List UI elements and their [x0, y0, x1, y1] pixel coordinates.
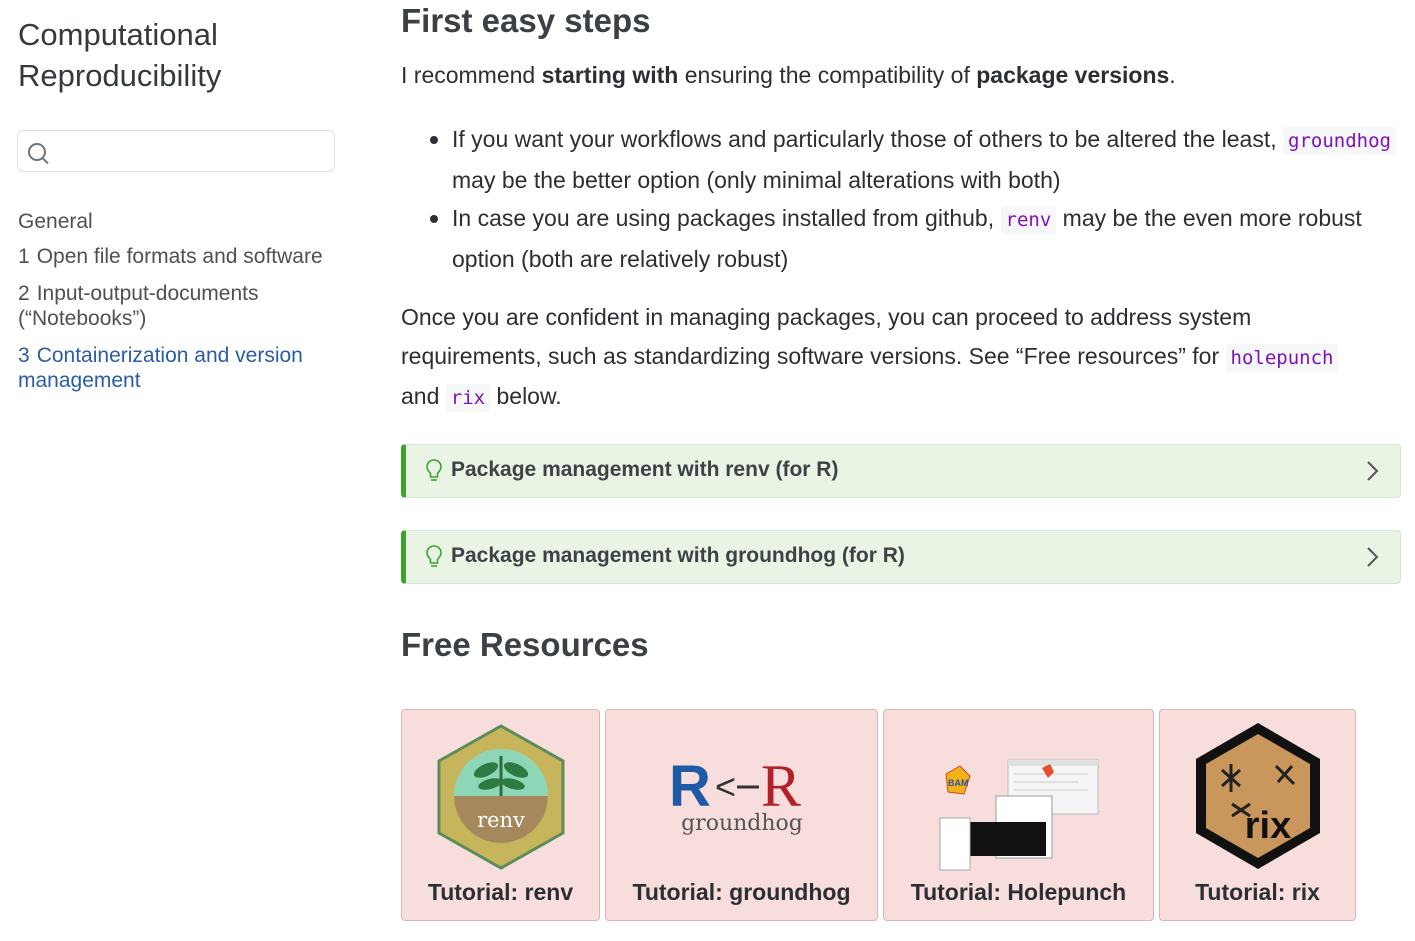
sidebar-item-number: 3 [18, 344, 30, 367]
renv-logo-text: renv [477, 808, 525, 832]
renv-logo: renv [437, 724, 564, 870]
sidebar-item-containerization[interactable]: 3 Containerization and version management [18, 343, 338, 393]
sidebar-item-number: 2 [18, 282, 30, 305]
text: ensuring the compatibility of [678, 62, 977, 88]
card-label: Tutorial: rix [1195, 879, 1320, 905]
sidebar-item-open-file-formats[interactable]: 1 Open file formats and software [18, 244, 338, 269]
search-box[interactable] [17, 130, 335, 172]
sidebar-item-label: Input-output-documents (“Notebooks”) [18, 282, 259, 330]
sidebar-item-number: 1 [18, 245, 30, 268]
holepunch-screenshot-image: BAM [939, 759, 1098, 871]
callout-title: Package management with groundhog (for R… [451, 544, 905, 567]
text: If you want your workflows and particula… [452, 126, 1283, 152]
card-label: Tutorial: Holepunch [910, 879, 1127, 905]
chevron-right-icon[interactable] [1360, 459, 1384, 483]
search-input[interactable] [54, 137, 328, 167]
card-label: Tutorial: renv [427, 879, 574, 905]
sidebar-item-label: Open file formats and software [36, 245, 323, 268]
system-requirements-paragraph: Once you are confident in managing packa… [401, 298, 1391, 418]
sidebar-item-notebooks[interactable]: 2 Input-output-documents (“Notebooks”) [18, 281, 338, 331]
intro-paragraph: I recommend starting with ensuring the c… [401, 56, 1401, 95]
card-holepunch[interactable]: BAM Tutorial: Holepunch [883, 709, 1154, 921]
text: may be the better option (only minimal a… [452, 166, 1061, 193]
text: and [401, 383, 446, 409]
callout-title: Package management with renv (for R) [451, 458, 839, 481]
heading-first-easy-steps: First easy steps [401, 2, 651, 39]
svg-text:R: R [669, 754, 711, 819]
code-holepunch: holepunch [1225, 343, 1339, 372]
text: In case you are using packages installed… [452, 205, 1001, 231]
code-groundhog: groundhog [1283, 127, 1396, 155]
rix-logo-text: rix [1244, 805, 1290, 847]
code-rix: rix [445, 384, 491, 412]
card-renv[interactable]: renv Tutorial: renv [401, 709, 600, 921]
sidebar-nav: General 1 Open file formats and software … [18, 208, 338, 405]
search-icon [28, 143, 46, 161]
text: . [1169, 62, 1176, 88]
callout-renv[interactable]: Package management with renv (for R) [401, 444, 1401, 498]
svg-text:<: < [715, 766, 736, 807]
bullet-list: If you want your workflows and particula… [401, 120, 1401, 278]
main-content: First easy steps I recommend starting wi… [401, 0, 1401, 921]
groundhog-logo: R < R groundhog [669, 754, 803, 836]
svg-text:BAM: BAM [948, 778, 969, 788]
resource-cards: renv Tutorial: renv R < R groundhog Tuto… [401, 709, 1401, 921]
list-item: In case you are using packages installed… [430, 199, 1401, 278]
sidebar: Computational Reproducibility General 1O… [17, 14, 338, 392]
text: Once you are confident in managing packa… [401, 304, 1252, 369]
rix-logo: rix [1195, 723, 1320, 869]
bold-text: starting with [541, 62, 679, 88]
bold-text: package versions [976, 62, 1170, 88]
code-renv: renv [1000, 206, 1057, 234]
lightbulb-icon [426, 545, 442, 567]
svg-text:R: R [761, 754, 801, 819]
groundhog-logo-text: groundhog [681, 811, 803, 836]
text: I recommend [401, 62, 542, 88]
sidebar-item-label: Containerization and version management [18, 344, 303, 392]
card-groundhog[interactable]: R < R groundhog Tutorial: groundhog [605, 709, 878, 921]
text: below. [490, 383, 562, 409]
list-item: If you want your workflows and particula… [430, 120, 1401, 199]
site-title[interactable]: Computational Reproducibility [18, 14, 338, 96]
chevron-right-icon[interactable] [1360, 545, 1384, 569]
sidebar-section-general[interactable]: General [18, 208, 338, 236]
card-rix[interactable]: rix Tutorial: rix [1159, 709, 1356, 921]
card-label: Tutorial: groundhog [632, 879, 851, 905]
lightbulb-icon [426, 459, 442, 481]
heading-free-resources: Free Resources [401, 626, 649, 663]
callout-groundhog[interactable]: Package management with groundhog (for R… [401, 530, 1401, 584]
